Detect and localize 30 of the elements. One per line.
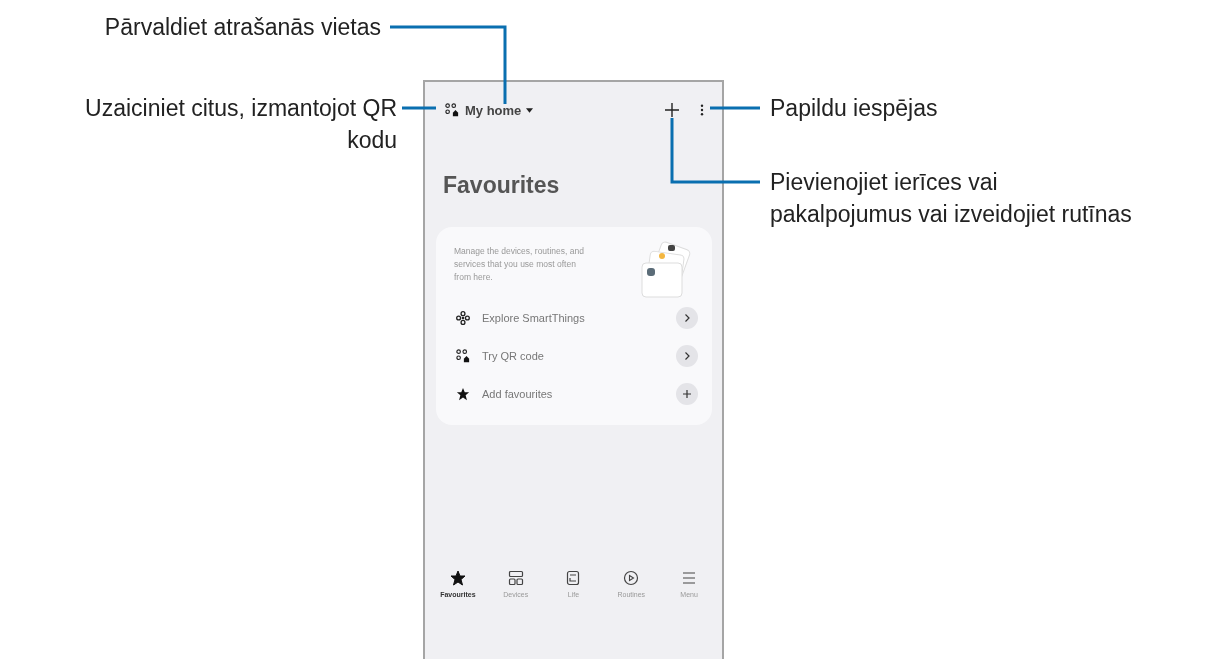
location-dropdown[interactable]: My home <box>465 102 534 118</box>
card-item-label[interactable]: Try QR code <box>482 350 676 362</box>
callout-text: Pievienojiet ierīces vai pakalpojumus vai izveidojiet rutīnas <box>770 168 1132 229</box>
callout-text: Pārvaldiet atrašanās vietas <box>104 13 381 42</box>
star-icon <box>449 570 466 586</box>
document-icon <box>565 570 582 586</box>
chevron-button[interactable] <box>676 307 698 329</box>
chevron-icon <box>682 313 692 323</box>
card-item-label[interactable]: Explore SmartThings <box>482 312 676 324</box>
grid-icon <box>507 570 524 586</box>
add-button[interactable] <box>676 383 698 405</box>
chevron-icon <box>682 351 692 361</box>
chevron-button[interactable] <box>676 345 698 367</box>
card-description: Manage the devices, routines, and services that you use most often from here. <box>454 245 585 284</box>
play-icon <box>623 570 640 586</box>
plus-icon <box>682 389 692 399</box>
qr-code-icon <box>456 349 470 363</box>
add-icon[interactable] <box>664 102 680 118</box>
leader-line <box>710 106 760 110</box>
leader-line <box>402 106 436 110</box>
qr-code-icon[interactable] <box>445 103 459 117</box>
card-item-label[interactable]: Add favourites <box>482 388 676 400</box>
callout-text: Papildu iespējas <box>770 94 938 123</box>
menu-icon <box>681 570 698 586</box>
page-title: Favourites <box>443 172 560 199</box>
callout-text: Uzaiciniet citus, izmantojot QR kodu <box>85 94 397 155</box>
star-icon <box>456 387 470 401</box>
caret-icon <box>526 107 534 113</box>
more-options-icon[interactable] <box>700 104 704 116</box>
flower-icon <box>456 311 470 325</box>
